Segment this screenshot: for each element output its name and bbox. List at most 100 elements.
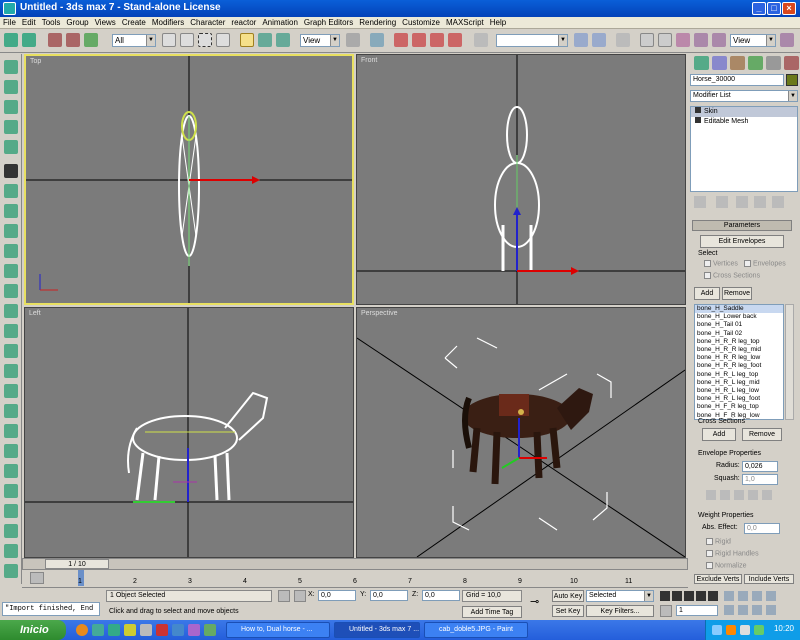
toolbar-icon-20[interactable] xyxy=(4,444,18,458)
toolbar-icon-23[interactable] xyxy=(4,504,18,518)
viewport-front[interactable]: Front xyxy=(356,54,686,305)
toolbar-icon-10[interactable] xyxy=(4,244,18,258)
select-object-icon[interactable] xyxy=(162,33,176,47)
named-selection-dropdown[interactable]: ▼ xyxy=(496,34,568,47)
material-editor-icon[interactable] xyxy=(676,33,690,47)
mini-curve-editor-icon[interactable] xyxy=(30,572,44,584)
z-coordinate-field[interactable]: 0,0 xyxy=(422,590,460,601)
angle-snap-icon[interactable] xyxy=(412,33,426,47)
list-item[interactable]: bone_H_R_L leg_low xyxy=(695,387,783,395)
quick-launch-icon[interactable] xyxy=(172,624,184,636)
rigid-handles-checkbox[interactable]: Rigid Handles xyxy=(706,550,759,557)
spinner-snap-icon[interactable] xyxy=(448,33,462,47)
radius-field[interactable]: 0,026 xyxy=(742,461,778,472)
start-button[interactable]: Inicio xyxy=(0,620,66,640)
falloff-icon[interactable] xyxy=(734,490,744,500)
menu-character[interactable]: Character xyxy=(187,17,228,29)
tray-icon[interactable] xyxy=(740,625,750,635)
paste-icon[interactable] xyxy=(762,490,772,500)
toolbar-icon-9[interactable] xyxy=(4,224,18,238)
play-icon[interactable] xyxy=(684,591,694,601)
modifier-list-dropdown[interactable]: Modifier List ▼ xyxy=(690,90,798,102)
schematic-view-icon[interactable] xyxy=(658,33,672,47)
toolbar-icon-24[interactable] xyxy=(4,524,18,538)
menu-modifiers[interactable]: Modifiers xyxy=(149,17,187,29)
list-item[interactable]: bone_H_R_L leg_mid xyxy=(695,379,783,387)
menu-reactor[interactable]: reactor xyxy=(228,17,259,29)
expand-icon[interactable] xyxy=(695,117,701,123)
maximize-button[interactable]: □ xyxy=(767,2,781,15)
render-type-dropdown[interactable]: View ▼ xyxy=(730,34,776,47)
add-time-tag-button[interactable]: Add Time Tag xyxy=(462,606,522,618)
toolbar-icon-11[interactable] xyxy=(4,264,18,278)
remove-modifier-icon[interactable] xyxy=(754,196,766,208)
menu-group[interactable]: Group xyxy=(63,17,91,29)
taskbar-item-3dsmax[interactable]: Untitled - 3ds max 7 ... xyxy=(334,622,420,638)
list-item[interactable]: bone_H_R_R leg_top xyxy=(695,338,783,346)
menu-help[interactable]: Help xyxy=(487,17,509,29)
select-and-rotate-icon[interactable] xyxy=(258,33,272,47)
current-frame-field[interactable]: 1 xyxy=(676,605,718,616)
unlink-icon[interactable] xyxy=(66,33,80,47)
redo-icon[interactable] xyxy=(22,33,36,47)
go-to-end-icon[interactable] xyxy=(708,591,718,601)
firefox-icon[interactable] xyxy=(76,624,88,636)
zoom-icon[interactable] xyxy=(724,591,734,601)
track-bar[interactable]: 1 2 3 4 5 6 7 8 9 10 11 xyxy=(22,570,688,588)
mirror-icon[interactable] xyxy=(574,33,588,47)
bone-list-scrollbar[interactable] xyxy=(785,304,794,420)
viewport-top[interactable]: Top xyxy=(24,54,354,305)
show-end-result-icon[interactable] xyxy=(716,196,728,208)
toolbar-icon-19[interactable] xyxy=(4,424,18,438)
quick-launch-icon[interactable] xyxy=(108,624,120,636)
key-mode-toggle-icon[interactable] xyxy=(660,605,672,617)
x-coordinate-field[interactable]: 0,0 xyxy=(318,590,356,601)
list-item[interactable]: bone_H_R_L leg_foot xyxy=(695,395,783,403)
vertices-checkbox[interactable]: Vertices xyxy=(704,260,738,267)
create-tab-icon[interactable] xyxy=(694,56,709,70)
pivot-center-icon[interactable] xyxy=(346,33,360,47)
render-last-icon[interactable] xyxy=(780,33,794,47)
list-item[interactable]: bone_H_R_R leg_low xyxy=(695,354,783,362)
list-item[interactable]: bone_H_Tail 01 xyxy=(695,321,783,329)
edit-envelopes-button[interactable]: Edit Envelopes xyxy=(700,235,784,248)
toolbar-icon-8[interactable] xyxy=(4,204,18,218)
toolbar-icon-14[interactable] xyxy=(4,324,18,338)
toolbar-icon-17[interactable] xyxy=(4,384,18,398)
stack-item-skin[interactable]: Skin xyxy=(691,107,797,117)
toolbar-icon-25[interactable] xyxy=(4,544,18,558)
normalize-checkbox[interactable]: Normalize xyxy=(706,562,747,569)
arc-rotate-icon[interactable] xyxy=(752,605,762,615)
make-unique-icon[interactable] xyxy=(736,196,748,208)
utilities-tab-icon[interactable] xyxy=(784,56,799,70)
quick-launch-icon[interactable] xyxy=(156,624,168,636)
pin-stack-icon[interactable] xyxy=(694,196,706,208)
viewport-perspective[interactable]: Perspective xyxy=(356,307,686,558)
list-item[interactable]: bone_H_R_L leg_top xyxy=(695,371,783,379)
curve-editor-icon[interactable] xyxy=(640,33,654,47)
go-to-start-icon[interactable] xyxy=(660,591,670,601)
parameters-rollout-title[interactable]: Parameters xyxy=(692,220,792,231)
configure-modifier-sets-icon[interactable] xyxy=(772,196,784,208)
menu-maxscript[interactable]: MAXScript xyxy=(443,17,487,29)
add-bone-button[interactable]: Add xyxy=(694,287,720,300)
list-item[interactable]: bone_H_Saddle xyxy=(695,305,783,314)
menu-animation[interactable]: Animation xyxy=(259,17,301,29)
quick-launch-icon[interactable] xyxy=(92,624,104,636)
reference-coordinate-dropdown[interactable]: View ▼ xyxy=(300,34,340,47)
key-icon[interactable]: ⊸ xyxy=(530,596,548,608)
modify-tab-icon[interactable] xyxy=(712,56,727,70)
toolbar-icon-21[interactable] xyxy=(4,464,18,478)
toolbar-icon-26[interactable] xyxy=(4,564,18,578)
tray-icon[interactable] xyxy=(726,625,736,635)
menu-tools[interactable]: Tools xyxy=(39,17,64,29)
field-of-view-icon[interactable] xyxy=(724,605,734,615)
link-icon[interactable] xyxy=(48,33,62,47)
window-crossing-icon[interactable] xyxy=(216,33,230,47)
next-frame-icon[interactable] xyxy=(696,591,706,601)
toolbar-icon-4[interactable] xyxy=(4,120,18,134)
rigid-checkbox[interactable]: Rigid xyxy=(706,538,731,545)
toolbar-icon-18[interactable] xyxy=(4,404,18,418)
zoom-all-icon[interactable] xyxy=(738,591,748,601)
menu-graph-editors[interactable]: Graph Editors xyxy=(301,17,356,29)
